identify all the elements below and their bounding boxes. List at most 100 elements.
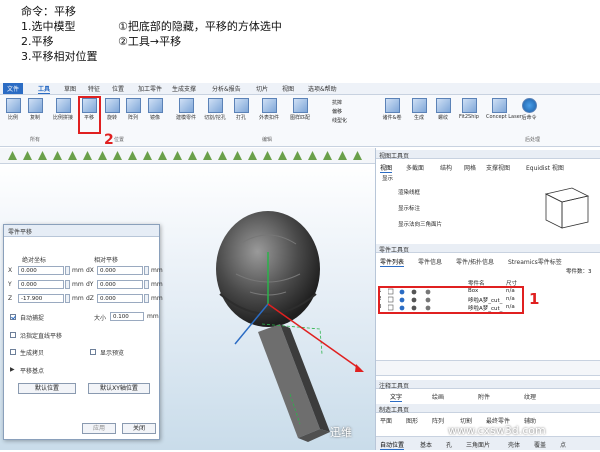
tab-mesh[interactable]: 网格: [464, 163, 476, 172]
view-toolbar-header[interactable]: 视图工具页: [376, 150, 600, 160]
toolbar-tool-icon[interactable]: [128, 151, 137, 160]
tab-support-view[interactable]: 支撑视图: [486, 163, 510, 172]
linearize-button[interactable]: 线型化: [332, 117, 347, 126]
toolbar-tool-icon[interactable]: [338, 151, 347, 160]
toolbar-tool-icon[interactable]: [53, 151, 62, 160]
menu-analysis[interactable]: 分析&报告: [212, 84, 241, 93]
toolbar-tool-icon[interactable]: [38, 151, 47, 160]
copy-button[interactable]: 复制: [26, 98, 44, 121]
create-copy-checkbox[interactable]: [10, 349, 16, 355]
tab-texture[interactable]: 纹理: [524, 392, 536, 401]
tab-cover[interactable]: 覆盖: [534, 440, 546, 449]
rel-y-input[interactable]: 0.000: [97, 280, 143, 289]
array-button[interactable]: 阵列: [124, 98, 142, 121]
toolbar-tool-icon[interactable]: [23, 151, 32, 160]
toolbar-tool-icon[interactable]: [233, 151, 242, 160]
toolbar-tool-icon[interactable]: [203, 151, 212, 160]
offset-button[interactable]: 偏移: [332, 108, 347, 117]
make-toolbar-header[interactable]: 制造工具页: [376, 404, 600, 414]
scale-button[interactable]: 比例: [4, 98, 22, 121]
scale-merge-button[interactable]: 比例拼接: [50, 98, 76, 121]
apply-button[interactable]: 应用: [82, 423, 116, 434]
base-point-label[interactable]: 平移基点: [20, 366, 44, 375]
hole-button[interactable]: 打孔: [232, 98, 250, 121]
menu-file[interactable]: 文件: [3, 83, 24, 94]
along-line-checkbox[interactable]: [10, 332, 16, 338]
translate-dialog[interactable]: 零件平移 绝对坐标 相对平移 X 0.000 mm dX 0.000 mm Y …: [3, 224, 163, 440]
toolbar-tool-icon[interactable]: [158, 151, 167, 160]
menu-support[interactable]: 生成支撑: [172, 84, 196, 93]
tab-structure[interactable]: 结构: [440, 163, 452, 172]
tab-parts-list[interactable]: 零件列表: [380, 257, 405, 267]
parts-action-toolbar[interactable]: [376, 360, 600, 376]
abs-y-spinner[interactable]: [65, 280, 70, 289]
base-point-arrow-icon[interactable]: ▶: [10, 366, 15, 373]
menu-options-help[interactable]: 选项&帮助: [308, 84, 337, 93]
post-command-button[interactable]: 后命令: [520, 98, 538, 121]
tab-shape[interactable]: 图形: [406, 416, 418, 425]
tab-view[interactable]: 视图: [380, 163, 393, 173]
tab-streamics-label[interactable]: Streamics零件标签: [508, 257, 562, 266]
toolbar-tool-icon[interactable]: [113, 151, 122, 160]
drop-button[interactable]: 抗摔: [332, 99, 347, 108]
generate-button[interactable]: 生成: [410, 98, 428, 121]
abs-y-input[interactable]: 0.000: [18, 280, 64, 289]
tab-triangles[interactable]: 三角面片: [466, 440, 490, 449]
tab-plane[interactable]: 平面: [380, 416, 392, 425]
toolbar-tool-icon[interactable]: [68, 151, 77, 160]
mirror-button[interactable]: 镜像: [146, 98, 164, 121]
default-position-button[interactable]: 默认位置: [18, 383, 76, 394]
tab-auto-position[interactable]: 自动位置: [380, 440, 405, 450]
tab-array[interactable]: 阵列: [432, 416, 444, 425]
menu-tools[interactable]: 工具: [38, 84, 51, 94]
abs-z-spinner[interactable]: [65, 294, 70, 303]
assets-button[interactable]: 诸件&卷: [380, 98, 404, 121]
tab-basic[interactable]: 基本: [420, 440, 432, 449]
tab-topology-info[interactable]: 零件/拓扑信息: [456, 257, 494, 266]
menu-feature[interactable]: 特征: [88, 84, 100, 93]
menu-position[interactable]: 位置: [112, 84, 124, 93]
toolbar-tool-icon[interactable]: [188, 151, 197, 160]
toolbar-tool-icon[interactable]: [293, 151, 302, 160]
abs-x-spinner[interactable]: [65, 266, 70, 275]
abs-z-input[interactable]: -17.900: [18, 294, 64, 303]
show-preview-checkbox[interactable]: [90, 349, 96, 355]
tab-text[interactable]: 文字: [390, 392, 403, 402]
model-part-button[interactable]: 建模零件: [174, 98, 198, 121]
toolbar-tool-icon[interactable]: [323, 151, 332, 160]
toolbar-tool-icon[interactable]: [278, 151, 287, 160]
close-button[interactable]: 关闭: [122, 423, 156, 434]
rel-z-input[interactable]: 0.000: [97, 294, 143, 303]
menu-sketch[interactable]: 草图: [64, 84, 76, 93]
rel-x-input[interactable]: 0.000: [97, 266, 143, 275]
show-normal-triangles-option[interactable]: 显示法向三角面片: [398, 220, 442, 228]
toolbar-tool-icon[interactable]: [263, 151, 272, 160]
tab-part-info[interactable]: 零件信息: [418, 257, 442, 266]
render-wireframe-option[interactable]: 渲染线框: [398, 188, 420, 196]
toolbar-tool-icon[interactable]: [353, 151, 362, 160]
size-input[interactable]: 0.100: [110, 312, 144, 321]
tab-multi-section[interactable]: 多截面: [406, 163, 424, 172]
toolbar-tool-icon[interactable]: [143, 151, 152, 160]
cut-punch-button[interactable]: 切割/挖孔: [202, 98, 228, 121]
toolbar-tool-icon[interactable]: [308, 151, 317, 160]
tab-hole[interactable]: 孔: [446, 440, 452, 449]
rel-x-spinner[interactable]: [144, 266, 149, 275]
rotate-button[interactable]: 旋转: [103, 98, 121, 121]
tab-point[interactable]: 点: [560, 440, 566, 449]
toolbar-tool-icon[interactable]: [173, 151, 182, 160]
pattern-match-button[interactable]: 图样匹配: [288, 98, 312, 121]
fastener-button[interactable]: 外表扣件: [256, 98, 282, 121]
annotation-toolbar-header[interactable]: 注释工具页: [376, 380, 600, 390]
toolbar-tool-icon[interactable]: [8, 151, 17, 160]
menu-view[interactable]: 视图: [282, 84, 294, 93]
tab-equidist-view[interactable]: Equidist 视图: [526, 163, 564, 172]
thread-button[interactable]: 螺纹: [434, 98, 452, 121]
parts-toolbar-header[interactable]: 零件工具页: [376, 244, 600, 254]
toolbar-tool-icon[interactable]: [83, 151, 92, 160]
menu-slice[interactable]: 切片: [256, 84, 268, 93]
tab-attachment[interactable]: 附件: [478, 392, 490, 401]
toolbar-tool-icon[interactable]: [98, 151, 107, 160]
show-annotation-option[interactable]: 显示标注: [398, 204, 420, 212]
tab-drawing[interactable]: 绘画: [432, 392, 444, 401]
